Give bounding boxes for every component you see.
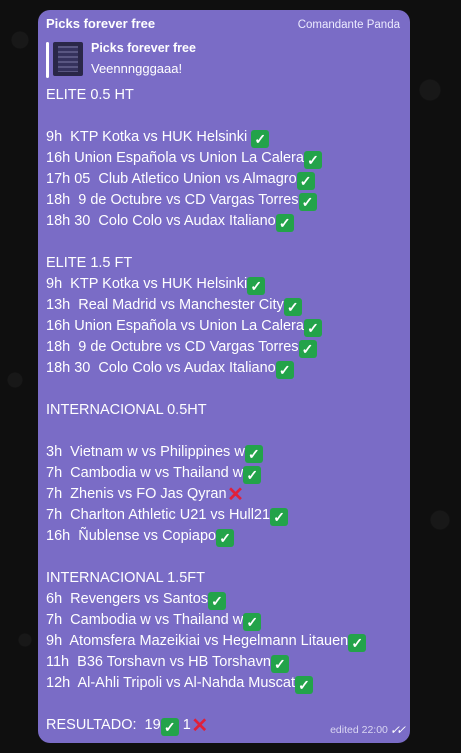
author-signature: Comandante Panda: [297, 19, 400, 31]
message-line: 16h Ñublense vs Copiapo ✓: [46, 526, 400, 547]
message-text: ELITE 0.5 HT 9h KTP Kotka vs HUK Helsinki…: [46, 85, 400, 715]
line-text: 7h Charlton Athletic U21 vs Hull21: [46, 507, 271, 523]
message-line: 7h Cambodia w vs Thailand w ✓: [46, 463, 400, 484]
message-footer: edited 22:00 ✓✓: [330, 723, 406, 737]
reply-preview[interactable]: Picks forever free Veennngggaaa!: [46, 40, 400, 82]
line-text: 9h KTP Kotka vs HUK Helsinki: [46, 129, 252, 145]
message-line: [46, 694, 400, 715]
cross-mark-emoji-icon: ✕: [191, 715, 209, 737]
check-mark-emoji-icon: ✓: [208, 592, 227, 610]
check-mark-emoji-icon: ✓: [348, 634, 367, 652]
message-line: ELITE 0.5 HT: [46, 85, 400, 106]
line-text: 18h 9 de Octubre vs CD Vargas Torres: [46, 339, 299, 355]
message-line: 17h 05 Club Atletico Union vs Almagro ✓: [46, 169, 400, 190]
check-mark-emoji-icon: ✓: [295, 676, 314, 694]
message-line: [46, 547, 400, 568]
message-line: 12h Al-Ahli Tripoli vs Al-Nahda Muscat ✓: [46, 673, 400, 694]
message-line: INTERNACIONAL 0.5HT: [46, 400, 400, 421]
line-text: INTERNACIONAL 0.5HT: [46, 402, 207, 418]
check-mark-emoji-icon: ✓: [296, 172, 315, 190]
line-text: 16h Ñublense vs Copiapo: [46, 528, 217, 544]
message-line: 3h Vietnam w vs Philippines w ✓: [46, 442, 400, 463]
message-line: 9h KTP Kotka vs HUK Helsinki ✓: [46, 127, 400, 148]
line-text: 3h Vietnam w vs Philippines w: [46, 444, 245, 460]
message-line: 9h KTP Kotka vs HUK Helsinki ✓: [46, 274, 400, 295]
message-line: 7h Charlton Athletic U21 vs Hull21 ✓: [46, 505, 400, 526]
message-line: 11h B36 Torshavn vs HB Torshavn ✓: [46, 652, 400, 673]
message-line: 18h 9 de Octubre vs CD Vargas Torres ✓: [46, 337, 400, 358]
line-text: 7h Zhenis vs FO Jas Qyran: [46, 486, 227, 502]
message-line: [46, 106, 400, 127]
check-mark-emoji-icon: ✓: [298, 193, 317, 211]
line-text: 18h 30 Colo Colo vs Audax Italiano: [46, 213, 276, 229]
reply-bar: [46, 42, 49, 78]
check-mark-emoji-icon: ✓: [216, 529, 235, 547]
line-text: 9h Atomsfera Mazeikiai vs Hegelmann Lita…: [46, 633, 349, 649]
line-text: ELITE 0.5 HT: [46, 87, 134, 103]
check-mark-emoji-icon: ✓: [244, 445, 263, 463]
check-mark-emoji-icon: ✓: [243, 613, 262, 631]
message-line: 18h 30 Colo Colo vs Audax Italiano ✓: [46, 358, 400, 379]
message-header: Picks forever free Comandante Panda: [46, 16, 400, 36]
line-text: 18h 9 de Octubre vs CD Vargas Torres: [46, 192, 299, 208]
line-text: 6h Revengers vs Santos: [46, 591, 209, 607]
line-text: ELITE 1.5 FT: [46, 255, 133, 271]
message-bubble[interactable]: Picks forever free Comandante Panda Pick…: [38, 10, 410, 743]
message-line: [46, 232, 400, 253]
check-mark-emoji-icon: ✓: [303, 319, 322, 337]
cross-mark-emoji-icon: ✕: [227, 484, 244, 506]
message-line: 16h Union Española vs Union La Calera ✓: [46, 316, 400, 337]
message-line: 6h Revengers vs Santos ✓: [46, 589, 400, 610]
message-line: 18h 9 de Octubre vs CD Vargas Torres ✓: [46, 190, 400, 211]
check-mark-emoji-icon: ✓: [298, 340, 317, 358]
message-line: ELITE 1.5 FT: [46, 253, 400, 274]
line-text: 7h Cambodia w vs Thailand w: [46, 612, 244, 628]
line-text: 13h Real Madrid vs Manchester City: [46, 297, 284, 313]
check-mark-emoji-icon: ✓: [283, 298, 302, 316]
reply-thumbnail: [53, 42, 83, 76]
message-line: 18h 30 Colo Colo vs Audax Italiano ✓: [46, 211, 400, 232]
check-mark-emoji-icon: ✓: [275, 214, 294, 232]
reply-text: Veennngggaaa!: [91, 61, 183, 76]
line-text: 16h Union Española vs Union La Calera: [46, 150, 304, 166]
check-mark-emoji-icon: ✓: [160, 718, 179, 736]
line-text: 9h KTP Kotka vs HUK Helsinki: [46, 276, 248, 292]
message-line: INTERNACIONAL 1.5FT: [46, 568, 400, 589]
check-mark-emoji-icon: ✓: [270, 508, 289, 526]
line-text: 12h Al-Ahli Tripoli vs Al-Nahda Muscat: [46, 675, 296, 691]
check-mark-emoji-icon: ✓: [303, 151, 322, 169]
message-line: 7h Cambodia w vs Thailand w ✓: [46, 610, 400, 631]
message-line: 9h Atomsfera Mazeikiai vs Hegelmann Lita…: [46, 631, 400, 652]
reply-title: Picks forever free: [91, 41, 196, 55]
check-mark-emoji-icon: ✓: [243, 466, 262, 484]
line-text: 16h Union Española vs Union La Calera: [46, 318, 304, 334]
result-failed-count: 1: [178, 717, 191, 733]
double-check-read-icon: ✓✓: [389, 723, 406, 737]
line-text: INTERNACIONAL 1.5FT: [46, 570, 205, 586]
check-mark-emoji-icon: ✓: [270, 655, 289, 673]
message-line: [46, 379, 400, 400]
result-label: RESULTADO: 19: [46, 717, 161, 733]
message-line: 7h Zhenis vs FO Jas Qyran✕: [46, 484, 400, 505]
line-text: 7h Cambodia w vs Thailand w: [46, 465, 244, 481]
channel-name[interactable]: Picks forever free: [46, 16, 155, 31]
check-mark-emoji-icon: ✓: [247, 277, 266, 295]
line-text: 18h 30 Colo Colo vs Audax Italiano: [46, 360, 276, 376]
line-text: 17h 05 Club Atletico Union vs Almagro: [46, 171, 297, 187]
message-line: [46, 421, 400, 442]
line-text: 11h B36 Torshavn vs HB Torshavn: [46, 654, 271, 670]
edited-time: edited 22:00: [330, 724, 388, 736]
message-line: 16h Union Española vs Union La Calera ✓: [46, 148, 400, 169]
check-mark-emoji-icon: ✓: [251, 130, 270, 148]
message-line: 13h Real Madrid vs Manchester City ✓: [46, 295, 400, 316]
check-mark-emoji-icon: ✓: [275, 361, 294, 379]
